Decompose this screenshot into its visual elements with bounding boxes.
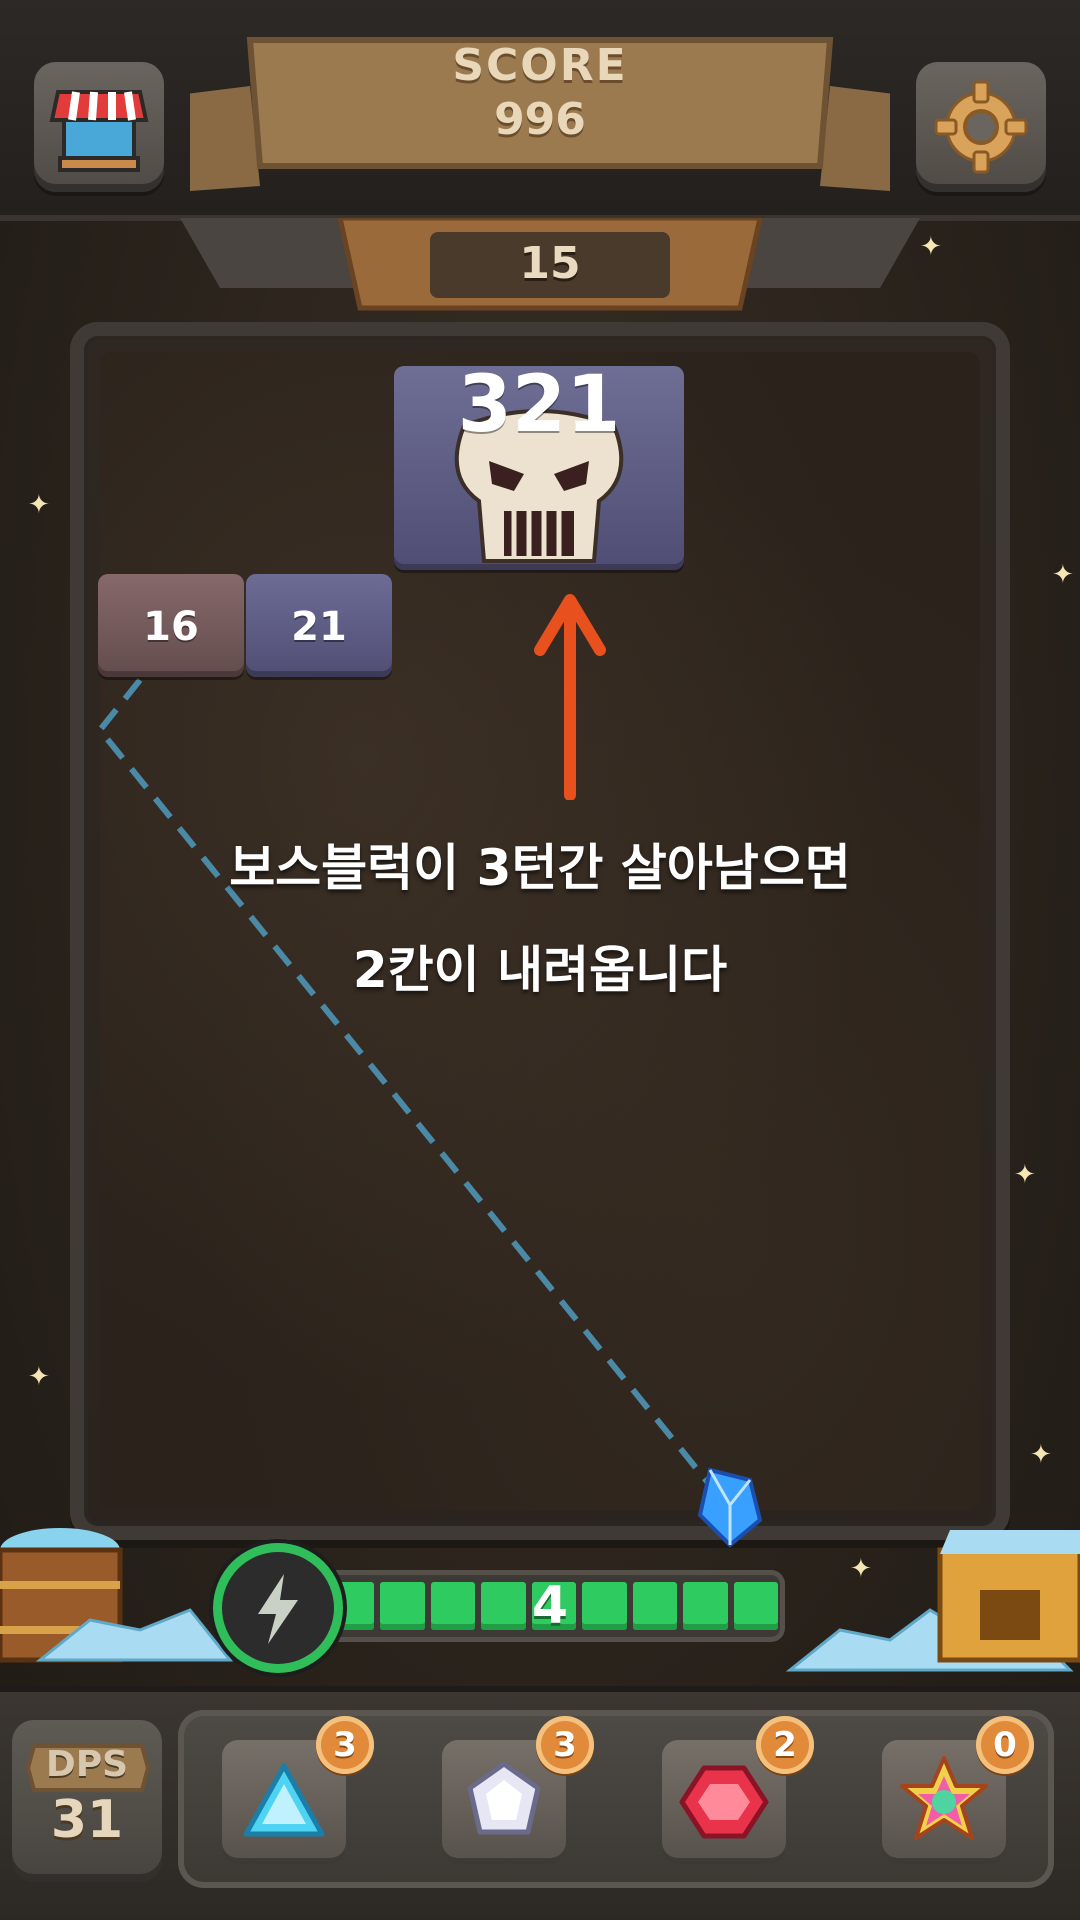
tutorial-hint-line2: 2칸이 내려옵니다 <box>352 941 728 999</box>
stone-block: 16 <box>98 574 244 677</box>
gem-count-badge: 0 <box>976 1716 1034 1774</box>
stone-block: 21 <box>246 574 392 677</box>
gem-count-badge: 3 <box>536 1716 594 1774</box>
power-ring <box>222 1552 334 1664</box>
power-segment <box>632 1582 678 1630</box>
game-screen: ✦ ✦ ✦ ✦ ✦ ✦ ✦ SCORE 996 15 321 16 21 보스블… <box>0 0 1080 1920</box>
treasure-chest-icon <box>785 1530 1080 1672</box>
power-segment <box>733 1582 778 1630</box>
lightning-icon <box>258 1574 298 1644</box>
power-value: 4 <box>531 1576 569 1636</box>
boss-block: 321 <box>394 360 684 570</box>
power-segment <box>582 1582 627 1630</box>
power-segment <box>683 1582 728 1630</box>
dps-value: 31 <box>50 1790 124 1850</box>
boss-block-hp: 321 <box>457 360 621 450</box>
launcher-gem-icon[interactable] <box>690 1460 770 1550</box>
up-arrow-icon <box>534 594 606 800</box>
gem-count-badge: 3 <box>316 1716 374 1774</box>
gem-count-badge: 2 <box>756 1716 814 1774</box>
tutorial-hint-line1: 보스블럭이 3턴간 살아남으면 <box>229 839 851 897</box>
power-segment <box>330 1582 375 1630</box>
block-hp: 21 <box>291 604 347 650</box>
block-hp: 16 <box>143 604 199 650</box>
power-segment <box>380 1582 425 1630</box>
treasure-barrel-icon <box>0 1528 234 1663</box>
dps-label: DPS <box>45 1744 129 1785</box>
power-segment <box>430 1582 476 1630</box>
